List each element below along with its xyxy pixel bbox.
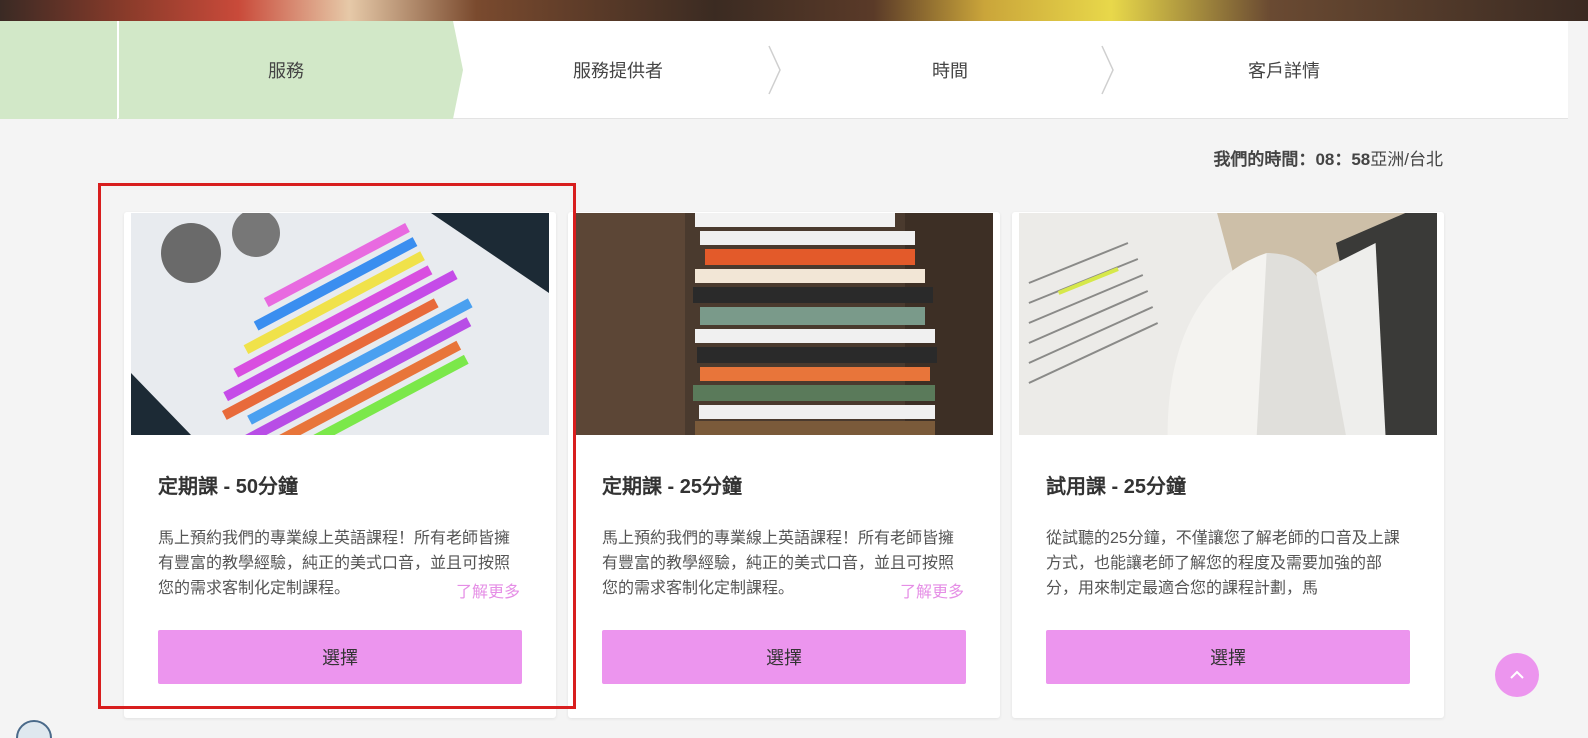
service-card: 定期課 - 50分鐘 馬上預約我們的專業線上英語課程！所有老師皆擁有豐富的教學經… [124, 212, 556, 718]
time-value: 08：58 [1315, 150, 1371, 169]
service-title: 試用課 - 25分鐘 [1046, 476, 1187, 498]
time-label: 我們的時間： [1213, 150, 1316, 169]
service-card: 試用課 - 25分鐘 從試聽的25分鐘，不僅讓您了解老師的口音及上課方式，也能讓… [1012, 212, 1444, 718]
step-customer-details[interactable]: 客戶詳情 [1115, 21, 1453, 119]
scroll-to-top-button[interactable] [1495, 653, 1539, 697]
service-title: 定期課 - 25分鐘 [602, 476, 743, 498]
booking-steps: 服務 服務提供者 時間 客戶詳情 [0, 21, 1568, 119]
select-button[interactable]: 選擇 [158, 630, 522, 684]
header-banner-image [0, 0, 1588, 21]
step-chevron-icon [1101, 45, 1114, 95]
service-description: 從試聽的25分鐘，不僅讓您了解老師的口音及上課方式，也能讓老師了解您的程度及需要… [1046, 530, 1400, 597]
select-button[interactable]: 選擇 [602, 630, 966, 684]
chat-widget-icon[interactable] [16, 720, 52, 738]
chevron-up-icon [1510, 670, 1524, 679]
timezone-value: 亞洲/台北 [1370, 150, 1443, 169]
select-button[interactable]: 選擇 [1046, 630, 1410, 684]
service-image [575, 213, 993, 435]
step-provider[interactable]: 服務提供者 [463, 21, 773, 119]
learn-more-link[interactable]: 了解更多 [894, 578, 965, 602]
service-title: 定期課 - 50分鐘 [158, 476, 299, 498]
learn-more-link[interactable]: 了解更多 [450, 578, 521, 602]
step-service[interactable]: 服務 [119, 21, 453, 119]
service-image [1019, 213, 1437, 435]
service-card: 定期課 - 25分鐘 馬上預約我們的專業線上英語課程！所有老師皆擁有豐富的教學經… [568, 212, 1000, 718]
step-progress-fill [0, 21, 118, 119]
step-chevron-icon [768, 45, 781, 95]
service-image [131, 213, 549, 435]
step-time[interactable]: 時間 [782, 21, 1118, 119]
timezone-info: 我們的時間：08：58亞洲/台北 [1213, 145, 1443, 170]
